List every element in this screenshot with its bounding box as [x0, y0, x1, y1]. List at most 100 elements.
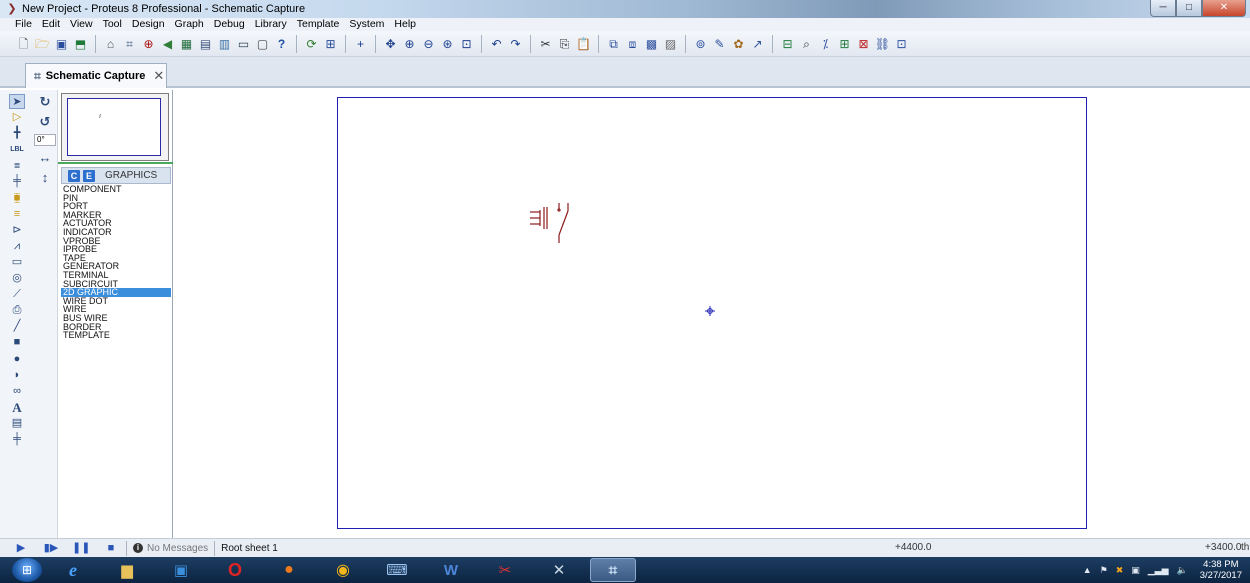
menu-file[interactable]: File — [10, 18, 37, 31]
word-icon[interactable]: W — [428, 558, 474, 582]
junction-dot-icon[interactable]: ╋ — [9, 126, 25, 141]
paste-icon[interactable]: 📋 — [576, 36, 592, 52]
bill-of-materials-icon[interactable]: ⊡ — [894, 36, 910, 52]
make-device-icon[interactable]: ✎ — [712, 36, 728, 52]
generator-icon[interactable]: ◎ — [9, 271, 25, 286]
close-button[interactable]: ✕ — [1202, 0, 1246, 17]
menu-view[interactable]: View — [65, 18, 98, 31]
play-icon[interactable]: ▶ — [12, 541, 30, 555]
package-tool-icon[interactable]: ✿ — [731, 36, 747, 52]
pcb-layout-icon[interactable]: ⊕ — [141, 36, 157, 52]
remove-sheet-icon[interactable]: ⊠ — [856, 36, 872, 52]
stop-icon[interactable]: ■ — [102, 541, 120, 555]
menu-design[interactable]: Design — [127, 18, 170, 31]
voltage-probe-icon[interactable]: ⟋ — [9, 287, 25, 302]
zoom-in-icon[interactable]: ⊕ — [402, 36, 418, 52]
menu-system[interactable]: System — [344, 18, 389, 31]
undo-icon[interactable]: ↶ — [489, 36, 505, 52]
decompose-icon[interactable]: ↗ — [750, 36, 766, 52]
overview-window[interactable]: ⫽ — [61, 93, 169, 161]
mirror-vertical-icon[interactable]: ↕ — [37, 170, 53, 186]
taskbar-clock[interactable]: 4:38 PM 3/27/2017 — [1200, 559, 1242, 581]
circle-icon[interactable]: ● — [9, 352, 25, 367]
list-item[interactable]: TEMPLATE — [61, 331, 171, 340]
import-icon[interactable]: ⬒ — [73, 36, 89, 52]
new-file-icon[interactable]: 🗋 — [16, 36, 32, 52]
property-assignment-icon[interactable]: ⁒ — [818, 36, 834, 52]
firefox-icon[interactable]: ● — [266, 558, 312, 582]
snipping-tool-icon[interactable]: ✂ — [482, 558, 528, 582]
component-mode-icon[interactable]: ▷ — [9, 110, 25, 125]
home-icon[interactable]: ⌂ — [103, 36, 119, 52]
cut-icon[interactable]: ✂ — [538, 36, 554, 52]
zoom-all-icon[interactable]: ⊛ — [440, 36, 456, 52]
zoom-out-icon[interactable]: ⊖ — [421, 36, 437, 52]
arc-icon[interactable]: ◗ — [9, 368, 25, 383]
library-manager-button[interactable]: E — [83, 169, 95, 182]
grid-icon[interactable]: ⊞ — [323, 36, 339, 52]
device-pins-icon[interactable]: ⊳ — [9, 223, 25, 238]
schematic-icon[interactable]: ⌗ — [122, 36, 138, 52]
display-icon[interactable]: ▣ — [1131, 565, 1140, 576]
minimize-button[interactable]: ─ — [1150, 0, 1176, 17]
source-code-icon[interactable]: ▭ — [236, 36, 252, 52]
gerber-icon[interactable]: ▦ — [179, 36, 195, 52]
chrome-icon[interactable]: ◉ — [320, 558, 366, 582]
bom-icon[interactable]: ▤ — [198, 36, 214, 52]
pause-icon[interactable]: ❚❚ — [72, 541, 90, 555]
step-icon[interactable]: ▮▶ — [42, 541, 60, 555]
search-tag-icon[interactable]: ⌕ — [799, 36, 815, 52]
netlist-icon[interactable]: ⛓ — [875, 36, 891, 52]
tools-app-icon[interactable]: ✕ — [536, 558, 582, 582]
keyboard-app-icon[interactable]: ⌨ — [374, 558, 420, 582]
menu-edit[interactable]: Edit — [37, 18, 65, 31]
terminals-icon[interactable]: ≡ — [9, 207, 25, 222]
show-hidden-icons-icon[interactable]: ▲ — [1083, 565, 1092, 575]
notes-icon[interactable]: ▥ — [217, 36, 233, 52]
menu-template[interactable]: Template — [292, 18, 345, 31]
pick-devices-button[interactable]: C — [68, 169, 80, 182]
rotate-clockwise-icon[interactable]: ↻ — [37, 94, 53, 110]
menu-graph[interactable]: Graph — [170, 18, 209, 31]
relay-component[interactable] — [526, 201, 576, 245]
tape-recorder-icon[interactable]: ▭ — [9, 255, 25, 270]
mirror-horizontal-icon[interactable]: ↔ — [37, 150, 53, 166]
wire-autorouter-icon[interactable]: ⊟ — [780, 36, 796, 52]
redo-icon[interactable]: ↷ — [508, 36, 524, 52]
origin-icon[interactable]: + — [353, 36, 369, 52]
virtual-instruments-icon[interactable]: ⎙ — [9, 303, 25, 318]
path-icon[interactable]: ∞ — [9, 384, 25, 399]
3d-viewer-icon[interactable]: ◀ — [160, 36, 176, 52]
pick-device-icon[interactable]: ⊚ — [693, 36, 709, 52]
block-rotate-icon[interactable]: ▩ — [644, 36, 660, 52]
block-move-icon[interactable]: ⧈ — [625, 36, 641, 52]
schematic-editing-window[interactable] — [174, 88, 1250, 538]
signal-icon[interactable]: ▁▃▅ — [1148, 565, 1169, 576]
redraw-icon[interactable]: ⟳ — [304, 36, 320, 52]
pan-icon[interactable]: ✥ — [383, 36, 399, 52]
box-icon[interactable]: ■ — [9, 335, 25, 350]
proteus-app-icon[interactable]: ❯ — [6, 3, 18, 15]
tab-schematic-capture[interactable]: ⌗ Schematic Capture ✕ — [25, 63, 167, 88]
open-folder-icon[interactable]: 🗁 — [35, 36, 51, 52]
help-icon[interactable]: ? — [274, 36, 290, 52]
selection-mode-icon[interactable]: ➤ — [9, 94, 25, 109]
new-sheet-icon[interactable]: ⊞ — [837, 36, 853, 52]
maximize-button[interactable]: □ — [1176, 0, 1202, 17]
buses-icon[interactable]: ╪ — [9, 174, 25, 189]
copy-icon[interactable]: ⎘ — [557, 36, 573, 52]
menu-library[interactable]: Library — [250, 18, 292, 31]
internet-explorer-icon[interactable]: e — [50, 558, 96, 582]
menu-tool[interactable]: Tool — [98, 18, 127, 31]
tab-close-icon[interactable]: ✕ — [153, 68, 164, 84]
text-script-icon[interactable]: ≣ — [9, 158, 25, 173]
volume-icon[interactable]: 🔈 — [1177, 565, 1188, 576]
opera-icon[interactable]: O — [212, 558, 258, 582]
start-button[interactable]: ⊞ — [12, 558, 42, 582]
rotate-anticlockwise-icon[interactable]: ↺ — [37, 114, 53, 130]
save-icon[interactable]: ▣ — [54, 36, 70, 52]
action-center-flag-icon[interactable]: ⚑ — [1100, 565, 1108, 576]
message-status[interactable]: No Messages — [147, 543, 208, 554]
menu-debug[interactable]: Debug — [209, 18, 250, 31]
graph-icon[interactable]: ⩘ — [9, 239, 25, 254]
